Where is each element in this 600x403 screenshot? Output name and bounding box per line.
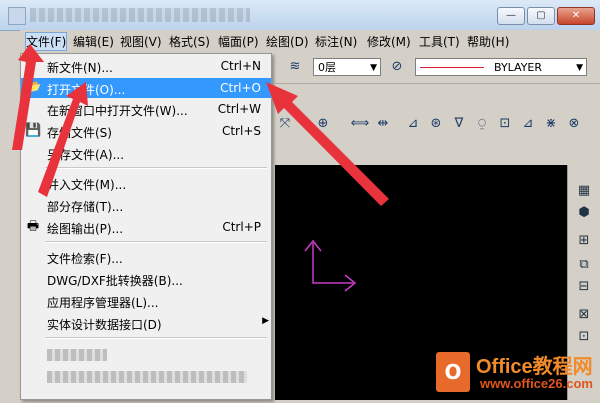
layer-icon[interactable]: ≋ <box>285 57 305 77</box>
menu-item-app-manager[interactable]: 应用程序管理器(L)... <box>21 291 271 311</box>
dim-leader-icon[interactable]: ⍜ <box>472 114 492 134</box>
dim-inspect-icon[interactable]: ⊗ <box>564 114 584 134</box>
menu-item-file-search[interactable]: 文件检索(F)... <box>21 247 271 267</box>
menu-dimension[interactable]: 标注(N) <box>315 33 357 50</box>
menu-bar: 文件(F) 编辑(E) 视图(V) 格式(S) 幅面(P) 绘图(D) 标注(N… <box>20 30 600 52</box>
dim-horizontal-icon[interactable]: ⟺ <box>350 114 370 134</box>
app-icon <box>8 7 26 25</box>
dim-center-icon[interactable]: ⋇ <box>541 114 561 134</box>
left-tool-strip <box>0 55 21 400</box>
menu-item-merge[interactable]: 并入文件(M)... <box>21 173 271 193</box>
linetype-select-value: BYLAYER <box>494 61 543 74</box>
menu-item-new-file[interactable]: 新文件(N)... Ctrl+N <box>21 56 271 76</box>
submenu-arrow-icon: ▶ <box>262 316 269 326</box>
menu-modify[interactable]: 修改(M) <box>367 33 411 50</box>
layer-select-value: 0层 <box>318 61 336 74</box>
linetype-select[interactable]: BYLAYER ▼ <box>415 58 587 76</box>
open-folder-icon: 📂 <box>25 80 42 95</box>
dim-tool-1-icon[interactable]: ⤧ <box>275 114 295 134</box>
printer-icon: 🖶 <box>26 219 40 234</box>
watermark-title: Office教程网 <box>476 356 593 378</box>
view-tool-7-icon[interactable]: ⊡ <box>573 327 595 347</box>
layer-select[interactable]: 0层 ▼ <box>313 58 381 76</box>
menu-item-open-new-window[interactable]: 在新窗口中打开文件(W)... Ctrl+W <box>21 99 271 119</box>
menu-separator <box>45 167 267 169</box>
maximize-button[interactable]: ▢ <box>527 7 555 25</box>
menu-draw[interactable]: 绘图(D) <box>266 33 309 50</box>
view-tool-6-icon[interactable]: ⊠ <box>573 305 595 325</box>
menu-separator <box>45 241 267 243</box>
linetype-icon[interactable]: ⊘ <box>387 57 407 77</box>
dim-tool-2-icon[interactable]: ⊕ <box>313 114 333 134</box>
menu-item-save[interactable]: 💾 存储文件(S) Ctrl+S <box>21 121 271 141</box>
dimension-toolbar: ⤧ ⊕ ⟺ ⇹ ⊿ ⊛ ∇ ⍜ ⊡ ⊿ ⋇ ⊗ <box>275 108 600 140</box>
dim-radius-icon[interactable]: ⊿ <box>403 114 423 134</box>
dim-angle-icon[interactable]: ∇ <box>449 114 469 134</box>
file-menu-dropdown: 新文件(N)... Ctrl+N 📂 打开文件(O)... Ctrl+O 在新窗… <box>20 53 272 400</box>
property-toolbar: ≋ 0层 ▼ ⊘ BYLAYER ▼ <box>275 53 600 84</box>
watermark: O Office教程网 www.office26.com <box>436 348 600 400</box>
menu-edit[interactable]: 编辑(E) <box>73 33 114 50</box>
recent-file-blurred[interactable] <box>47 349 107 361</box>
menu-page[interactable]: 幅面(P) <box>218 33 259 50</box>
menu-file[interactable]: 文件(F) <box>24 32 68 51</box>
linetype-sample <box>420 67 484 68</box>
menu-item-plot[interactable]: 🖶 绘图输出(P)... Ctrl+P <box>21 217 271 237</box>
view-tool-3-icon[interactable]: ⊞ <box>573 231 595 251</box>
menu-help[interactable]: 帮助(H) <box>467 33 509 50</box>
recent-file-blurred[interactable] <box>47 371 247 383</box>
office-logo: O <box>436 352 470 392</box>
view-tool-5-icon[interactable]: ⊟ <box>573 277 595 297</box>
view-tool-1-icon[interactable]: ▦ <box>573 181 595 201</box>
menu-item-open-file[interactable]: 📂 打开文件(O)... Ctrl+O <box>21 78 271 98</box>
watermark-url: www.office26.com <box>480 376 593 391</box>
dim-tolerance-icon[interactable]: ⊿ <box>518 114 538 134</box>
menu-item-solid-interface[interactable]: 实体设计数据接口(D) ▶ <box>21 313 271 333</box>
chevron-down-icon: ▼ <box>576 63 583 73</box>
menu-item-batch-converter[interactable]: DWG/DXF批转换器(B)... <box>21 269 271 289</box>
menu-tools[interactable]: 工具(T) <box>419 33 460 50</box>
save-disk-icon: 💾 <box>25 123 42 138</box>
view-tool-4-icon[interactable]: ⧉ <box>573 255 595 275</box>
menu-item-save-as[interactable]: 另存文件(A)... <box>21 143 271 163</box>
menu-format[interactable]: 格式(S) <box>169 33 210 50</box>
dim-diameter-icon[interactable]: ⊛ <box>426 114 446 134</box>
menu-item-partial-save[interactable]: 部分存储(T)... <box>21 195 271 215</box>
view-tool-2-icon[interactable]: ⬢ <box>573 203 595 223</box>
minimize-button[interactable]: — <box>497 7 525 25</box>
dim-ordinate-icon[interactable]: ⊡ <box>495 114 515 134</box>
title-bar: — ▢ ✕ <box>0 0 600 31</box>
menu-separator <box>45 337 267 339</box>
window-title-blurred <box>30 8 250 22</box>
close-button[interactable]: ✕ <box>557 7 595 25</box>
menu-view[interactable]: 视图(V) <box>120 33 162 50</box>
dim-aligned-icon[interactable]: ⇹ <box>373 114 393 134</box>
chevron-down-icon: ▼ <box>370 63 377 73</box>
